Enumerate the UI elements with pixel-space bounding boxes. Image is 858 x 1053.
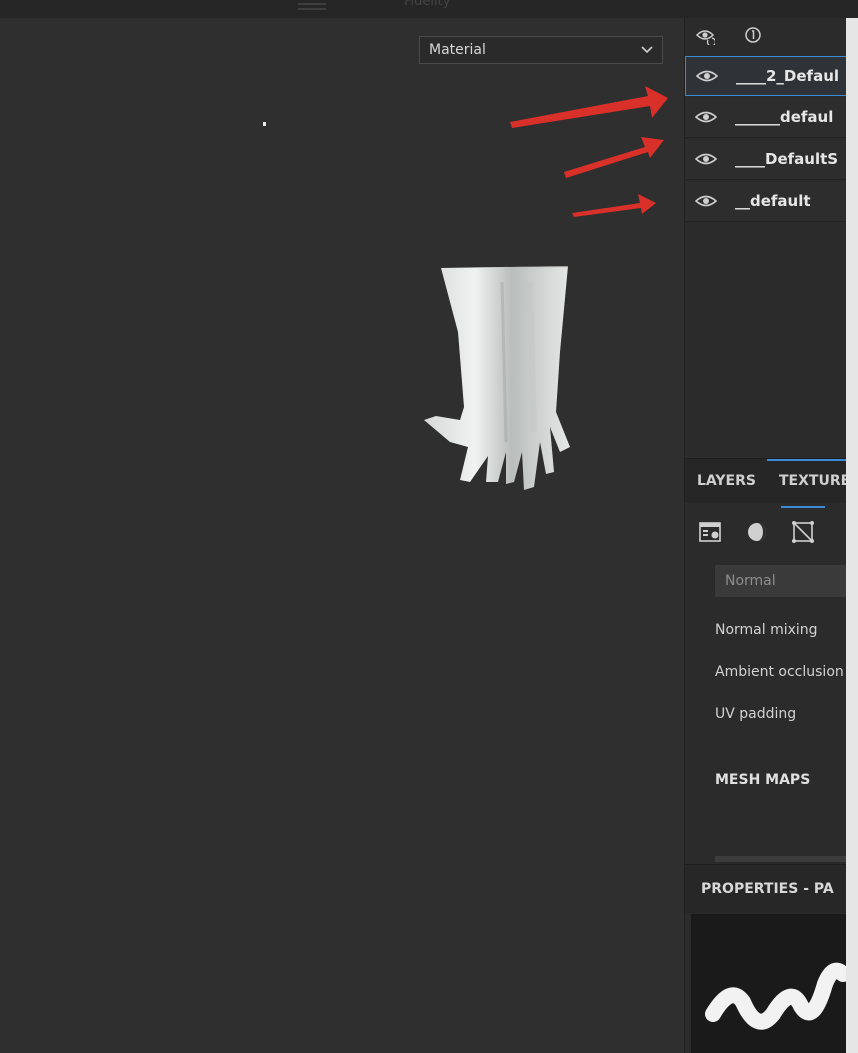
brush-stroke-icon <box>705 962 847 1030</box>
shading-sphere-icon[interactable] <box>743 518 771 546</box>
info-circle-icon[interactable] <box>743 25 763 45</box>
brush-stroke-preview <box>691 914 847 1053</box>
texture-set-item[interactable]: __default <box>685 182 847 222</box>
eye-icon[interactable] <box>695 193 717 209</box>
properties-panel-header: PROPERTIES - PA <box>685 864 847 913</box>
active-subtab-indicator <box>781 506 825 508</box>
texture-set-name: __default <box>735 192 811 210</box>
menu-icon[interactable] <box>298 0 326 14</box>
3d-viewport[interactable]: Material <box>0 18 684 1053</box>
window-scrollbar[interactable] <box>846 18 858 1053</box>
active-tab-indicator <box>767 459 847 461</box>
tab-layers[interactable]: LAYERS <box>697 473 756 489</box>
texture-set-name: ______defaul <box>735 108 834 126</box>
texture-set-settings: Normal Normal mixing Ambient occlusion U… <box>685 560 847 862</box>
eye-refresh-icon[interactable] <box>695 25 715 45</box>
mesh-maps-section-edge <box>715 856 847 862</box>
settings-subtabs <box>685 504 847 561</box>
tab-texture-set-settings[interactable]: TEXTURE <box>779 473 850 489</box>
eye-icon[interactable] <box>695 109 717 125</box>
panel-tabs: LAYERS TEXTURE <box>685 458 850 503</box>
eye-icon[interactable] <box>695 151 717 167</box>
normal-mixing-label: Normal mixing <box>715 622 818 638</box>
top-bar: Fidelity <box>0 0 858 18</box>
uv-padding-label: UV padding <box>715 706 797 722</box>
texture-set-list-icon[interactable] <box>697 518 725 546</box>
window-title: Fidelity <box>404 0 451 9</box>
eye-icon[interactable] <box>696 68 718 84</box>
right-panel: ____2_Defaul ______defaul ____DefaultS _… <box>684 18 850 1053</box>
texture-set-list-header <box>685 18 847 54</box>
ambient-occlusion-label: Ambient occlusion <box>715 664 844 680</box>
mesh-maps-icon[interactable] <box>789 518 817 546</box>
normal-map-dropdown[interactable]: Normal <box>715 565 847 597</box>
texture-set-item[interactable]: ____DefaultS <box>685 140 847 180</box>
texture-set-name: ____DefaultS <box>735 150 839 168</box>
texture-set-item[interactable]: ______defaul <box>685 98 847 138</box>
properties-title: PROPERTIES - PA <box>701 881 834 897</box>
texture-set-name: ____2_Defaul <box>736 67 840 85</box>
annotation-arrows <box>510 86 668 217</box>
texture-set-item[interactable]: ____2_Defaul <box>685 56 847 96</box>
mesh-maps-heading: MESH MAPS <box>715 772 811 788</box>
